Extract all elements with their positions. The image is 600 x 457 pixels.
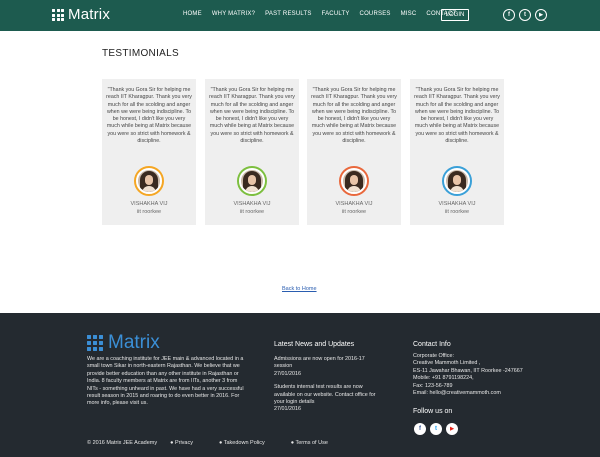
testimonial-card: "Thank you Gora Sir for helping me reach…	[205, 79, 299, 225]
contact-line: ES-11 Jawahar Bhawan, IIT Roorkee -24766…	[413, 367, 523, 374]
facebook-icon[interactable]: f	[503, 9, 515, 21]
contact-title: Contact Info	[413, 341, 451, 348]
login-button[interactable]: LOGIN	[441, 9, 469, 21]
footer-link-takedown[interactable]: ● Takedown Policy	[219, 440, 278, 446]
grid-logo-icon	[52, 9, 64, 21]
copyright: © 2016 Matrix JEE Academy	[87, 440, 158, 446]
follow-title: Follow us on	[413, 408, 453, 415]
student-college: iit roorkee	[341, 209, 367, 215]
student-name: VISHAKHA VIJ	[130, 201, 168, 207]
avatar	[134, 166, 164, 196]
nav-misc[interactable]: MISC	[401, 11, 417, 17]
footer-link-terms[interactable]: ● Terms of Use	[291, 440, 341, 446]
testimonial-card: "Thank you Gora Sir for helping me reach…	[410, 79, 504, 225]
contact-line: Mobile: +91 8791198224,	[413, 375, 474, 382]
contact-line[interactable]: Email: hello@creativemammoth.com	[413, 390, 543, 397]
student-name: VISHAKHA VIJ	[233, 201, 271, 207]
news-list: Admissions are now open for 2016-17 sess…	[274, 356, 384, 420]
avatar	[237, 166, 267, 196]
avatar-photo	[343, 170, 365, 192]
back-to-home-link[interactable]: Back to Home	[282, 286, 317, 292]
brand-logo[interactable]: Matrix	[52, 7, 110, 23]
student-name: VISHAKHA VIJ	[335, 201, 373, 207]
nav-why-matrix[interactable]: WHY MATRIX?	[212, 11, 255, 17]
news-date: 27/01/2016	[274, 370, 301, 377]
student-college: iit roorkee	[444, 209, 470, 215]
footer-bottom-bar: © 2016 Matrix JEE Academy ● Privacy ● Ta…	[87, 440, 354, 446]
avatar	[339, 166, 369, 196]
contact-line: Creative Mammoth Limited ,	[413, 360, 481, 367]
nav-home[interactable]: HOME	[183, 11, 202, 17]
news-title: Latest News and Updates	[274, 341, 355, 348]
contact-line: Fax: 123-56-789	[413, 382, 453, 389]
facebook-icon[interactable]: f	[414, 423, 426, 435]
youtube-icon[interactable]: ▶	[446, 423, 458, 435]
avatar-photo	[446, 170, 468, 192]
footer-brand-logo[interactable]: Matrix	[87, 333, 160, 353]
about-text: We are a coaching institute for JEE main…	[87, 356, 244, 407]
testimonial-quote: "Thank you Gora Sir for helping me reach…	[106, 87, 192, 145]
student-name: VISHAKHA VIJ	[438, 201, 476, 207]
testimonial-quote: "Thank you Gora Sir for helping me reach…	[209, 87, 295, 145]
twitter-icon[interactable]: t	[430, 423, 442, 435]
footer-brand-name: Matrix	[108, 332, 160, 353]
twitter-icon[interactable]: t	[519, 9, 531, 21]
brand-name: Matrix	[68, 6, 111, 23]
student-college: iit roorkee	[239, 209, 265, 215]
footer-link-privacy[interactable]: ● Privacy	[170, 440, 206, 446]
top-header: Matrix HOME WHY MATRIX? PAST RESULTS FAC…	[0, 0, 600, 31]
nav-courses[interactable]: COURSES	[360, 11, 391, 17]
main-nav: HOME WHY MATRIX? PAST RESULTS FACULTY CO…	[183, 11, 466, 17]
avatar-photo	[241, 170, 263, 192]
section-title: TESTIMONIALS	[102, 48, 179, 59]
youtube-icon[interactable]: ▶	[535, 9, 547, 21]
testimonial-card: "Thank you Gora Sir for helping me reach…	[307, 79, 401, 225]
contact-line: Corporate Office:	[413, 353, 454, 359]
avatar	[442, 166, 472, 196]
testimonial-quote: "Thank you Gora Sir for helping me reach…	[414, 87, 500, 145]
grid-logo-icon	[87, 335, 103, 351]
testimonial-card: "Thank you Gora Sir for helping me reach…	[102, 79, 196, 225]
avatar-photo	[138, 170, 160, 192]
contact-info: Corporate Office: Creative Mammoth Limit…	[413, 353, 543, 397]
footer: Matrix We are a coaching institute for J…	[0, 313, 600, 457]
testimonial-quote: "Thank you Gora Sir for helping me reach…	[311, 87, 397, 145]
nav-faculty[interactable]: FACULTY	[322, 11, 350, 17]
student-college: iit roorkee	[136, 209, 162, 215]
news-item: Admissions are now open for 2016-17 sess…	[274, 356, 365, 377]
news-item: Students internal test results are now a…	[274, 384, 376, 413]
nav-past-results[interactable]: PAST RESULTS	[265, 11, 311, 17]
news-date: 27/01/2016	[274, 406, 301, 413]
